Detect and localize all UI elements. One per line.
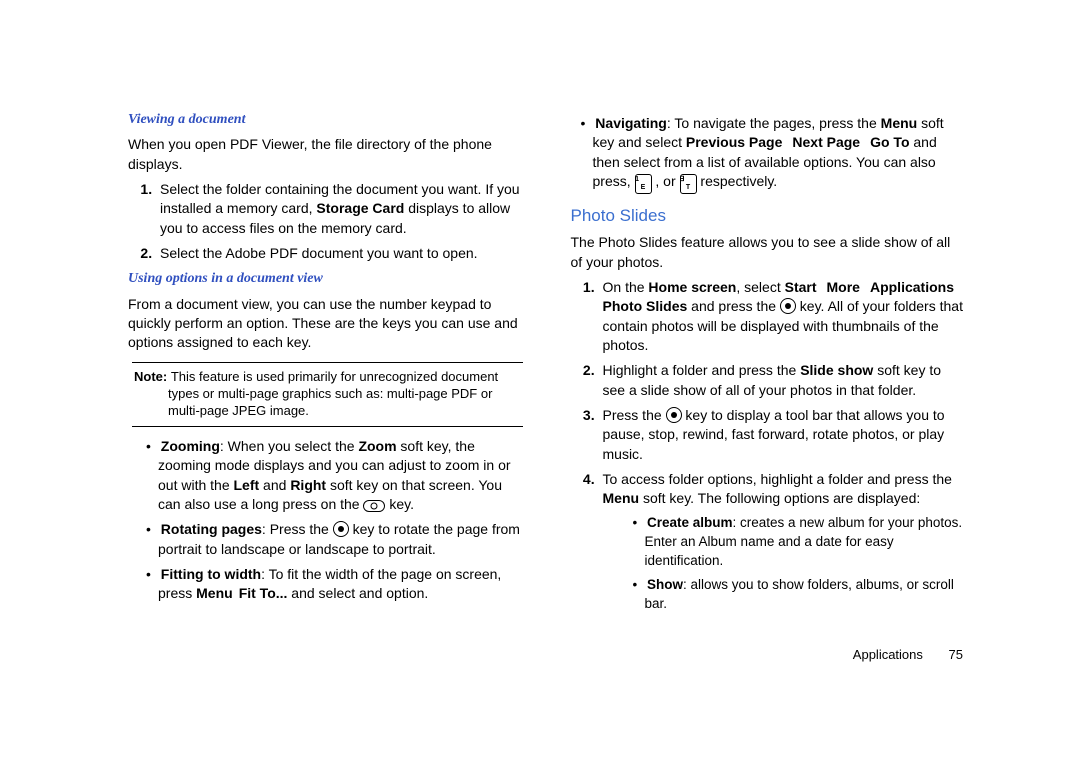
bullet-zooming: Zooming: When you select the Zoom soft k… xyxy=(146,437,523,514)
bullet-label: Navigating xyxy=(595,115,667,131)
section-title-photo-slides: Photo Slides xyxy=(571,204,966,227)
text: On the xyxy=(603,279,649,295)
bold-text: Previous Page xyxy=(686,134,783,150)
bold-text: Menu xyxy=(603,490,640,506)
text: soft key. The following options are disp… xyxy=(639,490,920,506)
bold-text: Storage Card xyxy=(316,200,404,216)
bold-text: Applications xyxy=(870,279,954,295)
list-item: Select the Adobe PDF document you want t… xyxy=(156,244,523,263)
text: : When you select the xyxy=(220,438,359,454)
text: : allows you to show folders, albums, or… xyxy=(645,577,954,611)
manual-page: Viewing a document When you open PDF Vie… xyxy=(0,0,1080,771)
ordered-list: On the Home screen, select Start More Appl… xyxy=(571,278,966,614)
center-key-icon xyxy=(333,521,349,537)
list-item: Select the folder containing the documen… xyxy=(156,180,523,238)
list-item: Highlight a folder and press the Slide s… xyxy=(599,361,966,400)
text: Press the xyxy=(603,407,666,423)
bullet-fitting: Fitting to width: To fit the width of th… xyxy=(146,565,523,604)
text: : Press the xyxy=(262,521,333,537)
text: To access folder options, highlight a fo… xyxy=(603,471,952,487)
paragraph: From a document view, you can use the nu… xyxy=(128,295,523,353)
subbullet-show: Show: allows you to show folders, albums… xyxy=(633,576,966,613)
text: and xyxy=(259,477,290,493)
text: and select and option. xyxy=(287,585,428,601)
paragraph: When you open PDF Viewer, the file direc… xyxy=(128,135,523,174)
bold-text: More xyxy=(827,279,860,295)
bullet-rotating: Rotating pages: Press the key to rotate … xyxy=(146,520,523,559)
bold-text: Home screen xyxy=(648,279,736,295)
bold-text: Next Page xyxy=(792,134,860,150)
text: key to xyxy=(349,521,394,537)
text: Highlight a folder and press the xyxy=(603,362,801,378)
text: , or xyxy=(652,173,680,189)
bold-text: Zoom xyxy=(358,438,396,454)
bold-text: Fit To... xyxy=(239,585,288,601)
center-key-icon xyxy=(780,298,796,314)
bold-text: Menu xyxy=(881,115,918,131)
bold-text: Slide show xyxy=(800,362,873,378)
right-column: Navigating: To navigate the pages, press… xyxy=(571,108,966,741)
bullet-label: Create album xyxy=(647,515,733,530)
bold-text: Menu xyxy=(196,585,233,601)
camera-key-icon xyxy=(363,500,385,512)
heading-options: Using options in a document view xyxy=(128,269,523,288)
text: and press the xyxy=(687,298,780,314)
key-3-icon: ∃T xyxy=(680,174,697,194)
heading-viewing: Viewing a document xyxy=(128,110,523,129)
list-item: On the Home screen, select Start More Appl… xyxy=(599,278,966,355)
bold-text: Right xyxy=(290,477,326,493)
bold-text: Go To xyxy=(870,134,909,150)
text: respectively. xyxy=(697,173,778,189)
bullet-list: Navigating: To navigate the pages, press… xyxy=(581,114,966,194)
center-key-icon xyxy=(666,407,682,423)
bullet-label: Zooming xyxy=(161,438,220,454)
page-footer: Applications 75 xyxy=(571,646,966,664)
bullet-label: Fitting to width xyxy=(161,566,261,582)
list-item: Press the key to display a tool bar that… xyxy=(599,406,966,464)
sub-bullet-list: Create album: creates a new album for yo… xyxy=(633,514,966,613)
footer-page-number: 75 xyxy=(949,647,963,662)
bullet-navigating: Navigating: To navigate the pages, press… xyxy=(581,114,966,194)
text: key. xyxy=(385,496,414,512)
left-column: Viewing a document When you open PDF Vie… xyxy=(128,108,523,741)
ordered-list: Select the folder containing the documen… xyxy=(128,180,523,263)
note-text: This feature is used primarily for unrec… xyxy=(168,369,498,418)
bullet-label: Show xyxy=(647,577,683,592)
note-label: Note: xyxy=(134,369,171,384)
text: : To navigate the pages, press the xyxy=(667,115,881,131)
bold-text: Start xyxy=(785,279,817,295)
paragraph: The Photo Slides feature allows you to s… xyxy=(571,233,966,272)
footer-chapter: Applications xyxy=(853,647,923,662)
text: , select xyxy=(736,279,784,295)
bold-text: Left xyxy=(234,477,260,493)
bullet-list: Zooming: When you select the Zoom soft k… xyxy=(146,437,523,604)
key-1-icon: 1E xyxy=(635,174,652,194)
bullet-label: Rotating pages xyxy=(161,521,262,537)
list-item: To access folder options, highlight a fo… xyxy=(599,470,966,614)
bold-text: Photo Slides xyxy=(603,298,688,314)
note-box: Note: This feature is used primarily for… xyxy=(132,362,523,427)
subbullet-create-album: Create album: creates a new album for yo… xyxy=(633,514,966,570)
